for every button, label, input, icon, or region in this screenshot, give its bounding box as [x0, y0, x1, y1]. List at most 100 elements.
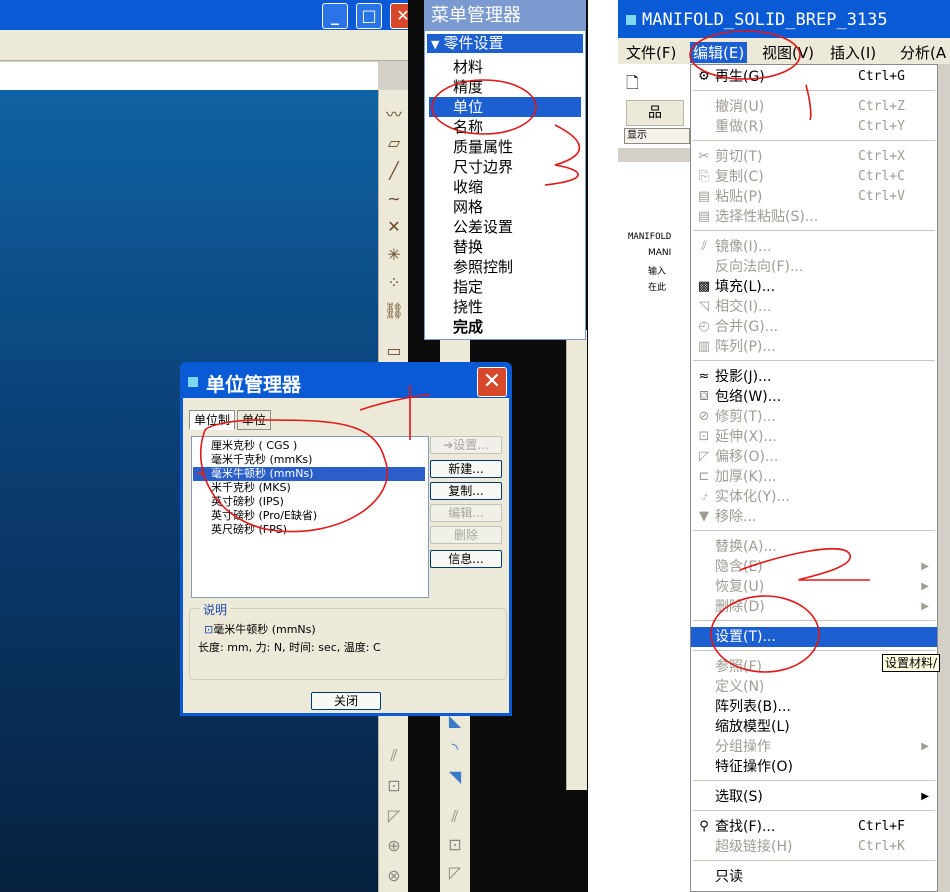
model-tree-tab[interactable]: 品	[626, 100, 684, 126]
list-item[interactable]: 米千克秒 (MKS)	[193, 481, 425, 495]
info-button[interactable]: 信息...	[430, 550, 502, 568]
menu-item-project[interactable]: ≈ 投影(J)...	[691, 367, 937, 387]
menu-item-cut[interactable]: ✂ 剪切(T) Ctrl+X	[691, 147, 937, 167]
tab-units[interactable]: 单位	[237, 410, 272, 430]
menu-item-regenerate[interactable]: ⚙ 再生(G) Ctrl+G	[691, 67, 937, 87]
menu-item-accuracy[interactable]: 精度	[429, 77, 581, 97]
menu-item-mass-props[interactable]: 质量属性	[429, 137, 581, 157]
menu-item-delete[interactable]: 删除(D) ▶	[691, 597, 937, 617]
datum-plane-icon[interactable]: ▱	[383, 132, 405, 154]
menu-item-fill[interactable]: ▩ 填充(L)...	[691, 277, 937, 297]
datum-curve-icon[interactable]: ∼	[383, 188, 405, 210]
menu-item-wrap[interactable]: ⌼ 包络(W)...	[691, 387, 937, 407]
maximize-button[interactable]: □	[356, 3, 382, 29]
menu-item-intersect[interactable]: ◹ 相交(I)...	[691, 297, 937, 317]
merge-icon[interactable]: ⊕	[383, 835, 405, 857]
menu-item-ref-control[interactable]: 参照控制	[429, 257, 581, 277]
menu-item-scale-model[interactable]: 缩放模型(L)	[691, 717, 937, 737]
menu-item-flip-normal[interactable]: 反向法向(F)...	[691, 257, 937, 277]
delete-button[interactable]: 删除	[430, 526, 502, 544]
list-item[interactable]: 毫米千克秒 (mmKs)	[193, 453, 425, 467]
sketch-curve-icon[interactable]: 〰	[383, 104, 405, 126]
vertical-scrollbar[interactable]	[566, 330, 587, 790]
menu-view[interactable]: 视图(V)	[762, 42, 814, 63]
menu-item-copy[interactable]: ⎘ 复制(C) Ctrl+C	[691, 167, 937, 187]
menu-item-merge[interactable]: ◴ 合并(G)...	[691, 317, 937, 337]
unit-system-list[interactable]: 厘米克秒 ( CGS ) 毫米千克秒 (mmKs) ➔ 毫米牛顿秒 (mmNs) …	[191, 436, 429, 598]
menu-item-hyperlink[interactable]: 超级链接(H) Ctrl+K	[691, 837, 937, 857]
new-file-icon[interactable]: 🗋	[626, 72, 639, 99]
menu-item-suppress[interactable]: 隐含(E) ▶	[691, 557, 937, 577]
tree-root[interactable]: MANIFOLD	[628, 232, 671, 242]
menu-edit[interactable]: 编辑(E)	[690, 42, 748, 63]
menu-item-pattern-table[interactable]: 阵列表(B)...	[691, 697, 937, 717]
menu-item-select[interactable]: 选取(S) ▶	[691, 787, 937, 807]
menu-item-replace[interactable]: 替换	[429, 237, 581, 257]
set-button[interactable]: ➔设置...	[430, 436, 502, 454]
menu-item-dim-bound[interactable]: 尺寸边界	[429, 157, 581, 177]
menu-item-remove[interactable]: ▼ 移除...	[691, 507, 937, 527]
extend-icon[interactable]: ⊡	[383, 775, 405, 797]
tree-item[interactable]: 输入	[648, 264, 666, 277]
menu-item-paste-special[interactable]: ▤ 选择性粘贴(S)...	[691, 207, 937, 227]
menu-item-mirror[interactable]: ⫽ 镜像(I)...	[691, 237, 937, 257]
mirror-icon[interactable]: ⫽	[383, 745, 405, 767]
extend2-icon[interactable]: ⊡	[444, 834, 466, 856]
menu-item-units[interactable]: 单位	[429, 97, 581, 117]
menu-item-group-ops[interactable]: 分组操作 ▶	[691, 737, 937, 757]
datum-point-icon[interactable]: ✕	[383, 216, 405, 238]
mirror2-icon[interactable]: ⫽	[444, 806, 466, 828]
part-setup-header[interactable]: ▼ 零件设置	[427, 34, 583, 53]
new-button[interactable]: 新建...	[430, 460, 502, 478]
menu-item-redo[interactable]: 重做(R) Ctrl+Y	[691, 117, 937, 137]
menu-item-assign[interactable]: 指定	[429, 277, 581, 297]
menu-item-tolerance[interactable]: 公差设置	[429, 217, 581, 237]
menu-item-feature-ops[interactable]: 特征操作(O)	[691, 757, 937, 777]
menu-item-done[interactable]: 完成	[429, 317, 581, 337]
menu-item-shrink[interactable]: 收缩	[429, 177, 581, 197]
datum-csys-icon[interactable]: ✳	[383, 244, 405, 266]
menu-item-trim[interactable]: ⊘ 修剪(T)...	[691, 407, 937, 427]
chain-link-icon[interactable]: ⛓	[383, 300, 405, 322]
menu-file[interactable]: 文件(F)	[626, 42, 676, 63]
menu-item-flexibility[interactable]: 挠性	[429, 297, 581, 317]
menu-analysis[interactable]: 分析(A	[900, 42, 946, 63]
dialog-close-button[interactable]: ✕	[477, 367, 507, 397]
copy-button[interactable]: 复制...	[430, 482, 502, 500]
offset-icon[interactable]: ◸	[383, 805, 405, 827]
blend-icon[interactable]: ◥	[444, 766, 466, 788]
menu-item-replace[interactable]: 替换(A)...	[691, 537, 937, 557]
menu-item-pattern[interactable]: ▥ 阵列(P)...	[691, 337, 937, 357]
menu-item-thicken[interactable]: ⊏ 加厚(K)...	[691, 467, 937, 487]
show-button[interactable]: 显示	[624, 128, 690, 144]
menu-item-resume[interactable]: 恢复(U) ▶	[691, 577, 937, 597]
menu-item-undo[interactable]: 撤消(U) Ctrl+Z	[691, 97, 937, 117]
menu-item-mesh[interactable]: 网格	[429, 197, 581, 217]
edit-button[interactable]: 编辑...	[430, 504, 502, 522]
analysis-icon[interactable]: ⁘	[383, 272, 405, 294]
close-button[interactable]: 关闭	[311, 692, 381, 710]
list-item[interactable]: 厘米克秒 ( CGS )	[193, 439, 425, 453]
offset2-icon[interactable]: ◸	[444, 862, 466, 884]
menu-item-define[interactable]: 定义(N)	[691, 677, 937, 697]
menu-item-setup[interactable]: 设置(T)...	[691, 627, 937, 647]
menu-item-extend[interactable]: ⊡ 延伸(X)...	[691, 427, 937, 447]
tree-item[interactable]: 在此	[648, 280, 666, 293]
menu-item-offset[interactable]: ◸ 偏移(O)...	[691, 447, 937, 467]
menu-insert[interactable]: 插入(I)	[830, 42, 876, 63]
menu-item-find[interactable]: ⚲ 查找(F)... Ctrl+F	[691, 817, 937, 837]
menu-item-material[interactable]: 材料	[429, 57, 581, 77]
menu-item-name[interactable]: 名称	[429, 117, 581, 137]
datum-axis-icon[interactable]: ╱	[383, 160, 405, 182]
sweep-icon[interactable]: ◝	[444, 738, 466, 760]
menu-item-solidify[interactable]: ⍻ 实体化(Y)...	[691, 487, 937, 507]
trim-icon[interactable]: ⊗	[383, 865, 405, 887]
annotation-icon[interactable]: ▭	[383, 340, 405, 362]
list-item[interactable]: 英寸磅秒 (Pro/E缺省)	[193, 509, 425, 523]
minimize-button[interactable]: _	[322, 3, 348, 29]
tab-unit-systems[interactable]: 单位制	[189, 410, 236, 430]
tree-item[interactable]: MANI	[648, 248, 671, 258]
list-item[interactable]: 英寸磅秒 (IPS)	[193, 495, 425, 509]
list-item-selected[interactable]: ➔ 毫米牛顿秒 (mmNs)	[193, 467, 425, 481]
list-item[interactable]: 英尺磅秒 (FPS)	[193, 523, 425, 537]
